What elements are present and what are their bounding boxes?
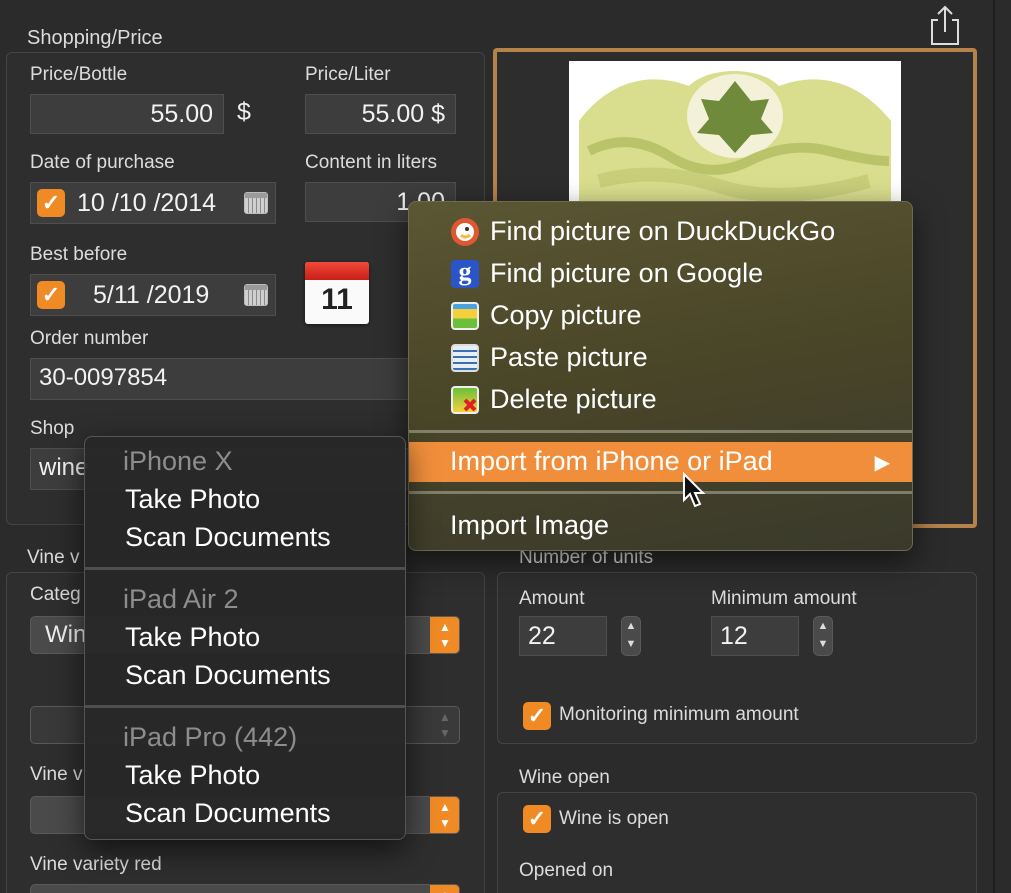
min-amount-field[interactable]: 12 bbox=[711, 616, 799, 656]
menu-item-label: Import from iPhone or iPad bbox=[450, 446, 773, 476]
best-before-label: Best before bbox=[30, 244, 128, 265]
menu-item-paste-picture[interactable]: Paste picture bbox=[409, 336, 912, 378]
device-header-ipad-air-2: iPad Air 2 bbox=[123, 584, 239, 614]
mouse-cursor-icon bbox=[682, 471, 708, 510]
price-bottle-label: Price/Bottle bbox=[30, 64, 128, 85]
amount-stepper[interactable]: ▲ ▼ bbox=[621, 616, 641, 656]
chevron-updown-icon: ▲▼ bbox=[430, 797, 459, 833]
wine-is-open-checkbox[interactable]: ✓ bbox=[523, 805, 551, 833]
menu-item-find-google[interactable]: g Find picture on Google bbox=[409, 252, 912, 294]
vine-v-label: Vine v bbox=[30, 764, 83, 785]
menu-item-import-image[interactable]: Import Image bbox=[409, 504, 912, 546]
monitoring-label: Monitoring minimum amount bbox=[559, 704, 799, 725]
section-title-wine-open: Wine open bbox=[519, 767, 610, 788]
menu-item-label: Delete picture bbox=[490, 384, 657, 414]
calendar-app-icon-header bbox=[305, 262, 369, 280]
menu-item-copy-picture[interactable]: Copy picture bbox=[409, 294, 912, 336]
calendar-icon[interactable] bbox=[244, 192, 268, 214]
device-submenu: iPhone X Take Photo Scan Documents iPad … bbox=[84, 436, 406, 840]
shop-label: Shop bbox=[30, 418, 75, 439]
content-liters-label: Content in liters bbox=[305, 152, 438, 173]
chevron-updown-icon: ▲▼ bbox=[430, 617, 459, 653]
order-number-label: Order number bbox=[30, 328, 149, 349]
paste-picture-icon bbox=[451, 344, 479, 372]
picture-context-menu: Find picture on DuckDuckGo g Find pictur… bbox=[408, 201, 913, 551]
price-bottle-field[interactable]: 55.00 bbox=[30, 94, 224, 134]
section-title-vine: Vine v bbox=[27, 547, 80, 568]
menu-separator bbox=[409, 491, 912, 494]
chevron-updown-icon: ▲▼ bbox=[430, 885, 459, 893]
order-number-field[interactable]: 30-0097854 bbox=[30, 358, 460, 400]
monitoring-checkbox[interactable]: ✓ bbox=[523, 702, 551, 730]
menu-item-delete-picture[interactable]: Delete picture bbox=[409, 378, 912, 420]
menu-item-label: Copy picture bbox=[490, 300, 642, 330]
menu-item-scan-documents[interactable]: Scan Documents bbox=[125, 798, 331, 829]
menu-item-find-duckduckgo[interactable]: Find picture on DuckDuckGo bbox=[409, 210, 912, 252]
chevron-updown-icon: ▲▼ bbox=[430, 707, 459, 743]
calendar-app-icon-day: 11 bbox=[321, 283, 353, 316]
menu-item-import-from-device[interactable]: Import from iPhone or iPad ▶ bbox=[409, 442, 912, 482]
menu-item-label: Import Image bbox=[450, 510, 610, 540]
category-popup-value: Win bbox=[45, 621, 87, 648]
date-of-purchase-field[interactable]: 10 /10 /2014 bbox=[30, 182, 276, 224]
best-before-field[interactable]: 5/11 /2019 bbox=[30, 274, 276, 316]
copy-picture-icon bbox=[451, 302, 479, 330]
date-of-purchase-label: Date of purchase bbox=[30, 152, 175, 173]
scroll-divider bbox=[993, 0, 995, 893]
menu-separator bbox=[409, 430, 912, 433]
device-header-iphone-x: iPhone X bbox=[123, 446, 233, 476]
best-before-checkbox[interactable]: ✓ bbox=[37, 281, 65, 309]
calendar-app-icon[interactable]: 11 bbox=[305, 262, 369, 324]
opened-on-label: Opened on bbox=[519, 860, 614, 881]
min-amount-stepper[interactable]: ▲ ▼ bbox=[813, 616, 833, 656]
submenu-arrow-icon: ▶ bbox=[874, 452, 890, 474]
section-title-shopping-price: Shopping/Price bbox=[27, 27, 163, 49]
date-of-purchase-value: 10 /10 /2014 bbox=[77, 189, 217, 217]
wine-label-image bbox=[569, 61, 901, 221]
price-liter-field[interactable]: 55.00 $ bbox=[305, 94, 456, 134]
duckduckgo-icon bbox=[451, 218, 479, 246]
menu-item-label: Find picture on DuckDuckGo bbox=[490, 216, 836, 246]
menu-separator bbox=[85, 705, 405, 708]
best-before-value: 5/11 /2019 bbox=[93, 281, 210, 309]
vine-variety-red-popup[interactable]: ▲▼ bbox=[30, 884, 460, 893]
date-of-purchase-checkbox[interactable]: ✓ bbox=[37, 189, 65, 217]
min-amount-label: Minimum amount bbox=[711, 588, 857, 609]
menu-item-take-photo[interactable]: Take Photo bbox=[125, 760, 260, 791]
price-liter-label: Price/Liter bbox=[305, 64, 391, 85]
vine-variety-red-label: Vine variety red bbox=[30, 854, 162, 875]
menu-item-take-photo[interactable]: Take Photo bbox=[125, 484, 260, 515]
menu-item-scan-documents[interactable]: Scan Documents bbox=[125, 660, 331, 691]
share-icon[interactable] bbox=[928, 4, 962, 46]
amount-label: Amount bbox=[519, 588, 585, 609]
currency-symbol: $ bbox=[237, 98, 251, 126]
device-header-ipad-pro: iPad Pro (442) bbox=[123, 722, 298, 752]
menu-item-label: Find picture on Google bbox=[490, 258, 764, 288]
menu-item-take-photo[interactable]: Take Photo bbox=[125, 622, 260, 653]
amount-field[interactable]: 22 bbox=[519, 616, 607, 656]
menu-separator bbox=[85, 567, 405, 570]
menu-item-scan-documents[interactable]: Scan Documents bbox=[125, 522, 331, 553]
category-label: Categ bbox=[30, 584, 81, 605]
delete-picture-icon bbox=[451, 386, 479, 414]
google-icon: g bbox=[451, 259, 479, 288]
calendar-icon[interactable] bbox=[244, 284, 268, 306]
menu-item-label: Paste picture bbox=[490, 342, 648, 372]
wine-is-open-label: Wine is open bbox=[559, 808, 669, 829]
